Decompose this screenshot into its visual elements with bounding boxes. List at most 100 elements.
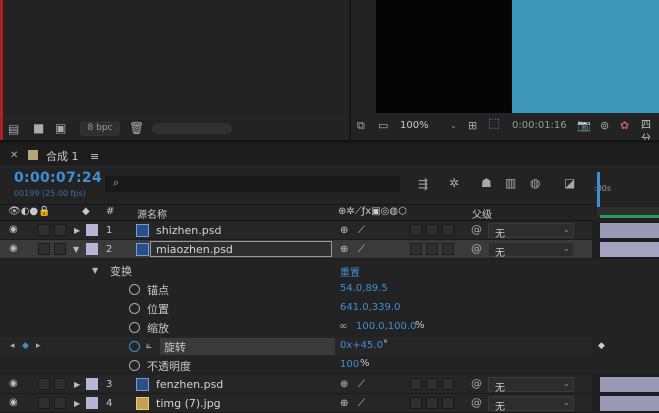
- stopwatch-icon[interactable]: [129, 322, 140, 333]
- interpret-footage-icon[interactable]: ▤: [8, 123, 19, 135]
- lock-switch[interactable]: [54, 243, 66, 255]
- expand-triangle-icon[interactable]: ▶: [74, 399, 80, 408]
- layer-duration-bar[interactable]: [600, 242, 659, 257]
- expand-triangle-icon[interactable]: ▶: [74, 226, 80, 235]
- layer-search-input[interactable]: ⌕: [105, 176, 400, 192]
- viewer-timecode[interactable]: 0:00:01:16: [512, 119, 567, 133]
- switch-box[interactable]: [442, 378, 454, 390]
- composition-icon[interactable]: ▣: [55, 122, 66, 134]
- region-of-interest-icon[interactable]: ⬚: [488, 117, 500, 130]
- lock-switch[interactable]: [54, 378, 66, 390]
- layer-switches[interactable]: ⊕ ⟋: [340, 379, 365, 390]
- label-color-swatch[interactable]: [86, 243, 98, 255]
- folder-icon[interactable]: ■: [33, 122, 44, 134]
- position-value[interactable]: 641.0,339.0: [340, 302, 400, 313]
- layer-duration-bar[interactable]: [600, 223, 659, 238]
- trash-icon[interactable]: 🗑: [129, 122, 144, 134]
- camera-icon[interactable]: 📷: [577, 120, 591, 132]
- source-name-column[interactable]: 源名称: [137, 206, 167, 221]
- keyframe-diamond-icon[interactable]: ◆: [598, 340, 605, 352]
- show-snapshot-icon[interactable]: ⊚: [600, 120, 609, 132]
- switch-box[interactable]: [426, 378, 438, 390]
- current-time-indicator[interactable]: [597, 172, 600, 212]
- layer-name[interactable]: shizhen.psd: [156, 224, 221, 237]
- visibility-eye-icon[interactable]: ◉: [9, 243, 18, 254]
- expand-triangle-icon[interactable]: ▶: [74, 380, 80, 389]
- pickwhip-icon[interactable]: @: [471, 243, 482, 255]
- frame-blending-icon[interactable]: ▥: [505, 177, 516, 189]
- switch-box[interactable]: [442, 224, 454, 236]
- audio-switch[interactable]: [38, 397, 50, 409]
- parent-dropdown[interactable]: 无 ⌄: [488, 242, 574, 259]
- switch-box[interactable]: [426, 224, 438, 236]
- switch-box[interactable]: [410, 243, 422, 255]
- layer-name[interactable]: miaozhen.psd: [156, 243, 233, 256]
- switch-box[interactable]: [410, 224, 422, 236]
- audio-switch[interactable]: [38, 378, 50, 390]
- stopwatch-icon[interactable]: [129, 303, 140, 314]
- motion-blur-icon[interactable]: ◍: [530, 177, 540, 189]
- current-time-display[interactable]: 0:00:07:24: [14, 170, 102, 186]
- switch-box[interactable]: [442, 243, 454, 255]
- parent-value: 无: [495, 248, 505, 259]
- scale-value[interactable]: 100.0,100.0: [356, 321, 416, 332]
- audio-switch[interactable]: [38, 224, 50, 236]
- graph-icon[interactable]: ⟀: [146, 340, 152, 352]
- next-keyframe-icon[interactable]: ▸: [36, 340, 41, 352]
- collapse-triangle-icon[interactable]: ▼: [92, 266, 98, 275]
- zoom-dropdown[interactable]: 100% ⌄: [400, 119, 463, 133]
- layer-name[interactable]: timg (7).jpg: [156, 397, 221, 410]
- reset-link[interactable]: 重置: [340, 264, 360, 279]
- pickwhip-icon[interactable]: @: [471, 397, 482, 409]
- bit-depth-button[interactable]: 8 bpc: [80, 121, 120, 136]
- tab-menu-icon[interactable]: ≡: [90, 150, 99, 163]
- label-color-swatch[interactable]: [86, 224, 98, 236]
- switch-box[interactable]: [410, 397, 422, 409]
- stopwatch-icon[interactable]: [129, 360, 140, 371]
- switch-box[interactable]: [426, 243, 438, 255]
- layer-switches[interactable]: ⊕ ⟋: [340, 244, 365, 255]
- visibility-eye-icon[interactable]: ◉: [9, 378, 18, 389]
- tab-composition[interactable]: 合成 1 ≡: [46, 148, 99, 164]
- parent-dropdown[interactable]: 无 ⌄: [488, 377, 574, 394]
- graph-editor-icon[interactable]: ◪: [564, 177, 575, 189]
- layer-duration-bar[interactable]: [600, 377, 659, 392]
- layer-duration-bar[interactable]: [600, 396, 659, 411]
- composition-mini-flowchart-icon[interactable]: ⇶: [418, 178, 428, 190]
- draft-3d-icon[interactable]: ✲: [449, 177, 459, 189]
- layer-name[interactable]: fenzhen.psd: [156, 378, 223, 391]
- add-keyframe-icon[interactable]: ◆: [22, 340, 29, 352]
- audio-switch[interactable]: [38, 243, 50, 255]
- pickwhip-icon[interactable]: @: [471, 378, 482, 390]
- prev-keyframe-icon[interactable]: ◂: [10, 340, 15, 352]
- anchor-point-value[interactable]: 54.0,89.5: [340, 283, 388, 294]
- channel-icon[interactable]: ✿: [620, 120, 629, 132]
- label-color-swatch[interactable]: [86, 397, 98, 409]
- constrain-proportions-icon[interactable]: ∞: [339, 321, 347, 333]
- close-icon[interactable]: ✕: [10, 150, 18, 162]
- layer-switches[interactable]: ⊕ ⟋: [340, 225, 365, 236]
- stopwatch-icon[interactable]: [129, 284, 140, 295]
- opacity-value[interactable]: 100: [340, 359, 359, 370]
- monitor-icon[interactable]: ▭: [378, 120, 388, 132]
- parent-dropdown[interactable]: 无 ⌄: [488, 396, 574, 413]
- label-color-swatch[interactable]: [86, 378, 98, 390]
- always-preview-icon[interactable]: ⧉: [357, 120, 365, 132]
- parent-dropdown[interactable]: 无 ⌄: [488, 223, 574, 240]
- project-scrollbar[interactable]: [152, 123, 232, 134]
- visibility-eye-icon[interactable]: ◉: [9, 397, 18, 408]
- switch-box[interactable]: [410, 378, 422, 390]
- switch-box[interactable]: [426, 397, 438, 409]
- lock-switch[interactable]: [54, 224, 66, 236]
- switch-box[interactable]: [442, 397, 454, 409]
- layer-switches[interactable]: ⊕ ⟋: [340, 398, 365, 409]
- shy-icon[interactable]: ☗: [481, 177, 492, 189]
- grid-icon[interactable]: ⊞: [468, 120, 477, 132]
- visibility-eye-icon[interactable]: ◉: [9, 224, 18, 235]
- pickwhip-icon[interactable]: @: [471, 224, 482, 236]
- collapse-triangle-icon[interactable]: ▼: [73, 245, 79, 254]
- rotation-value[interactable]: 0x+45.0: [340, 340, 383, 351]
- lock-switch[interactable]: [54, 397, 66, 409]
- transform-label[interactable]: 变换: [110, 263, 132, 279]
- stopwatch-active-icon[interactable]: [129, 341, 140, 352]
